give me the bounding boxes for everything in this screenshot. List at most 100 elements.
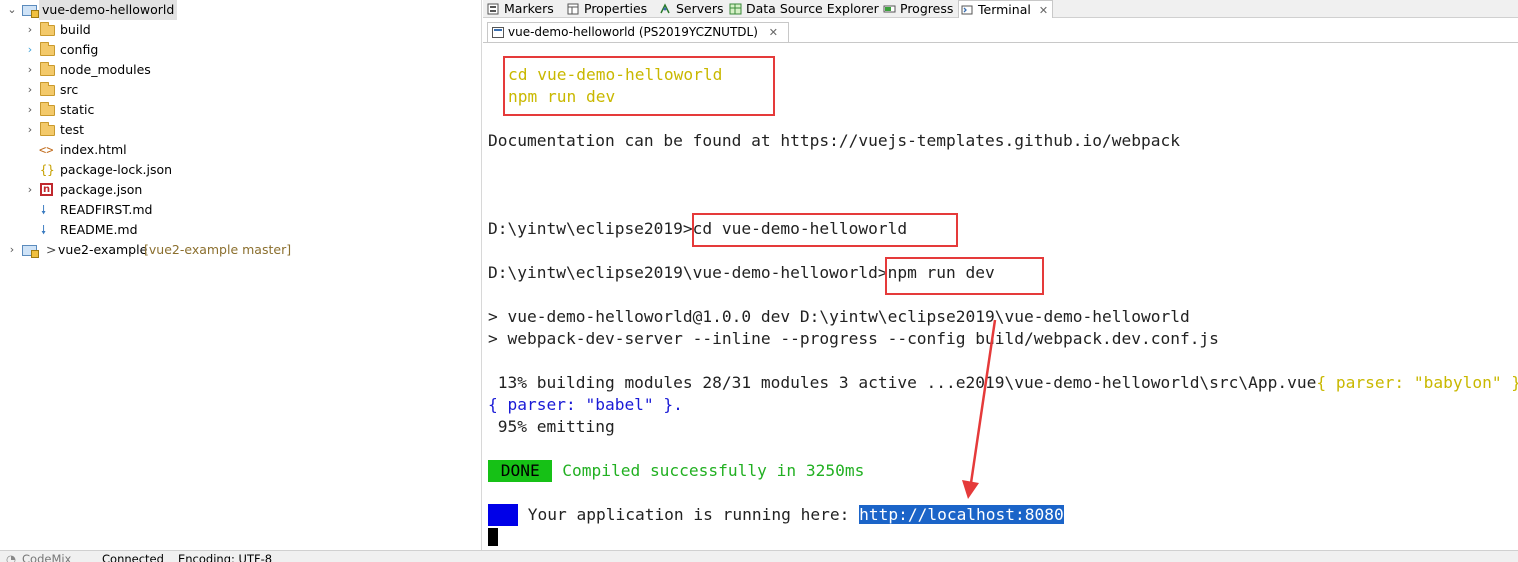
terminal-line: > webpack-dev-server --inline --progress… (488, 329, 1219, 348)
tree-item-label: README.md (60, 222, 138, 237)
folder-icon (40, 62, 56, 77)
tree-item-label: package.json (60, 182, 143, 197)
tree-item-index-html[interactable]: <> index.html (0, 140, 482, 160)
chevron-right-icon[interactable]: › (24, 120, 36, 140)
terminal-line: DONE Compiled successfully in 3250ms (488, 460, 864, 482)
terminal-line: I Your application is running here: http… (488, 504, 1064, 526)
tree-item-package-json[interactable]: › n package.json (0, 180, 482, 200)
info-badge: I (488, 504, 518, 526)
done-badge: DONE (488, 460, 553, 482)
npm-package-icon: n (40, 183, 56, 197)
running-text: Your application is running here: (518, 505, 860, 524)
console-icon (492, 27, 504, 38)
tree-item-root-project[interactable]: ⌄ vue-demo-helloworld (0, 0, 482, 20)
tree-item-label: node_modules (60, 62, 151, 77)
build-progress-text: 13% building modules 28/31 modules 3 act… (488, 373, 1317, 392)
html-file-icon: <> (39, 143, 54, 157)
terminal-session-label: vue-demo-helloworld (PS2019YCZNUTDL) (508, 25, 758, 39)
tree-item-static[interactable]: › static (0, 100, 482, 120)
chevron-right-icon[interactable]: › (24, 100, 36, 120)
chevron-right-icon[interactable]: › (24, 60, 36, 80)
tree-item-package-lock-json[interactable]: {} package-lock.json (0, 160, 482, 180)
terminal-prompt: D:\yintw\eclipse2019> (488, 219, 693, 238)
encoding-status: Encoding: UTF-8 (178, 552, 273, 562)
tree-item-readme-md[interactable]: 🠗 README.md (0, 220, 482, 240)
chevron-right-icon[interactable]: › (24, 20, 36, 40)
project-folder-icon (22, 243, 39, 258)
json-file-icon: {} (40, 163, 55, 177)
progress-icon (883, 5, 896, 13)
tree-item-config[interactable]: › config (0, 40, 482, 60)
servers-icon (660, 3, 670, 14)
folder-icon (40, 22, 56, 37)
status-bar: ◔ CodeMix Connected Encoding: UTF-8 (0, 550, 1518, 562)
tab-data-source-explorer[interactable]: Data Source Explorer (727, 0, 879, 18)
tree-item-label: index.html (60, 142, 127, 157)
tab-label: Markers (504, 1, 554, 16)
localhost-url-link[interactable]: http://localhost:8080 (859, 505, 1064, 524)
annotation-arrow (962, 319, 997, 499)
markers-icon (487, 3, 499, 15)
tree-item-vue2-example[interactable]: › > vue2-example [vue2-example master] (0, 240, 482, 260)
tree-item-label: test (60, 122, 85, 137)
tree-item-label: src (60, 82, 79, 97)
annotation-box (885, 257, 1044, 295)
git-prefix: > (46, 242, 57, 257)
parser-warning-text: { parser: "babylon" } (1316, 373, 1518, 392)
project-folder-icon (22, 3, 39, 18)
tree-item-label: package-lock.json (60, 162, 173, 177)
close-icon[interactable]: ✕ (1039, 4, 1048, 17)
tab-label: Servers (676, 1, 724, 16)
properties-icon (567, 3, 579, 15)
markdown-file-icon: 🠗 (41, 203, 47, 217)
terminal-icon (961, 5, 973, 15)
folder-icon (40, 42, 56, 57)
chevron-down-icon[interactable]: ⌄ (6, 0, 18, 20)
chevron-right-icon[interactable]: › (24, 40, 36, 60)
git-branch-tag: [vue2-example master] (144, 242, 292, 257)
divider (483, 42, 1518, 43)
annotation-box (692, 213, 958, 247)
tree-item-label: READFIRST.md (60, 202, 153, 217)
tree-item-src[interactable]: › src (0, 80, 482, 100)
chevron-right-icon[interactable]: › (24, 80, 36, 100)
chevron-right-icon[interactable]: › (24, 180, 36, 200)
tab-label: Data Source Explorer (746, 1, 879, 16)
tab-servers[interactable]: Servers (657, 0, 724, 18)
compiled-text: Compiled successfully in 3250ms (552, 461, 865, 480)
tree-item-test[interactable]: › test (0, 120, 482, 140)
tab-label: Terminal (978, 2, 1031, 17)
terminal-line: > vue-demo-helloworld@1.0.0 dev D:\yintw… (488, 307, 1190, 326)
codemix-label[interactable]: CodeMix (22, 552, 71, 562)
tab-label: Progress (900, 1, 954, 16)
annotation-box (503, 56, 775, 116)
terminal-line: Documentation can be found at https://vu… (488, 131, 1180, 150)
terminal-session-tab[interactable]: vue-demo-helloworld (PS2019YCZNUTDL) ✕ (487, 22, 789, 42)
tree-item-label: config (60, 42, 99, 57)
tab-markers[interactable]: Markers (485, 0, 554, 18)
codemix-icon: ◔ (6, 552, 17, 562)
tree-item-build[interactable]: › build (0, 20, 482, 40)
tab-properties[interactable]: Properties (565, 0, 647, 18)
terminal-cursor (488, 528, 498, 546)
tree-item-node-modules[interactable]: › node_modules (0, 60, 482, 80)
data-source-icon (729, 3, 742, 15)
connection-status: Connected (102, 552, 164, 562)
tab-progress[interactable]: Progress (881, 0, 953, 18)
markdown-file-icon: 🠗 (41, 223, 47, 237)
tab-terminal[interactable]: Terminal ✕ (958, 0, 1054, 18)
view-tab-bar: Markers Properties Servers Data Source E… (483, 0, 1518, 18)
project-explorer: ⌄ vue-demo-helloworld › build › config ›… (0, 0, 482, 550)
tab-label: Properties (584, 1, 648, 16)
folder-icon (40, 122, 56, 137)
views-panel: Markers Properties Servers Data Source E… (483, 0, 1518, 550)
tree-item-label: vue-demo-helloworld (39, 0, 178, 20)
tree-item-label: build (60, 22, 91, 37)
close-icon[interactable]: ✕ (769, 23, 778, 42)
tree-item-readfirst-md[interactable]: 🠗 READFIRST.md (0, 200, 482, 220)
tree-item-label: static (60, 102, 95, 117)
terminal-line: 95% emitting (488, 417, 615, 436)
folder-icon (40, 82, 56, 97)
chevron-right-icon[interactable]: › (6, 240, 18, 260)
folder-icon (40, 102, 56, 117)
